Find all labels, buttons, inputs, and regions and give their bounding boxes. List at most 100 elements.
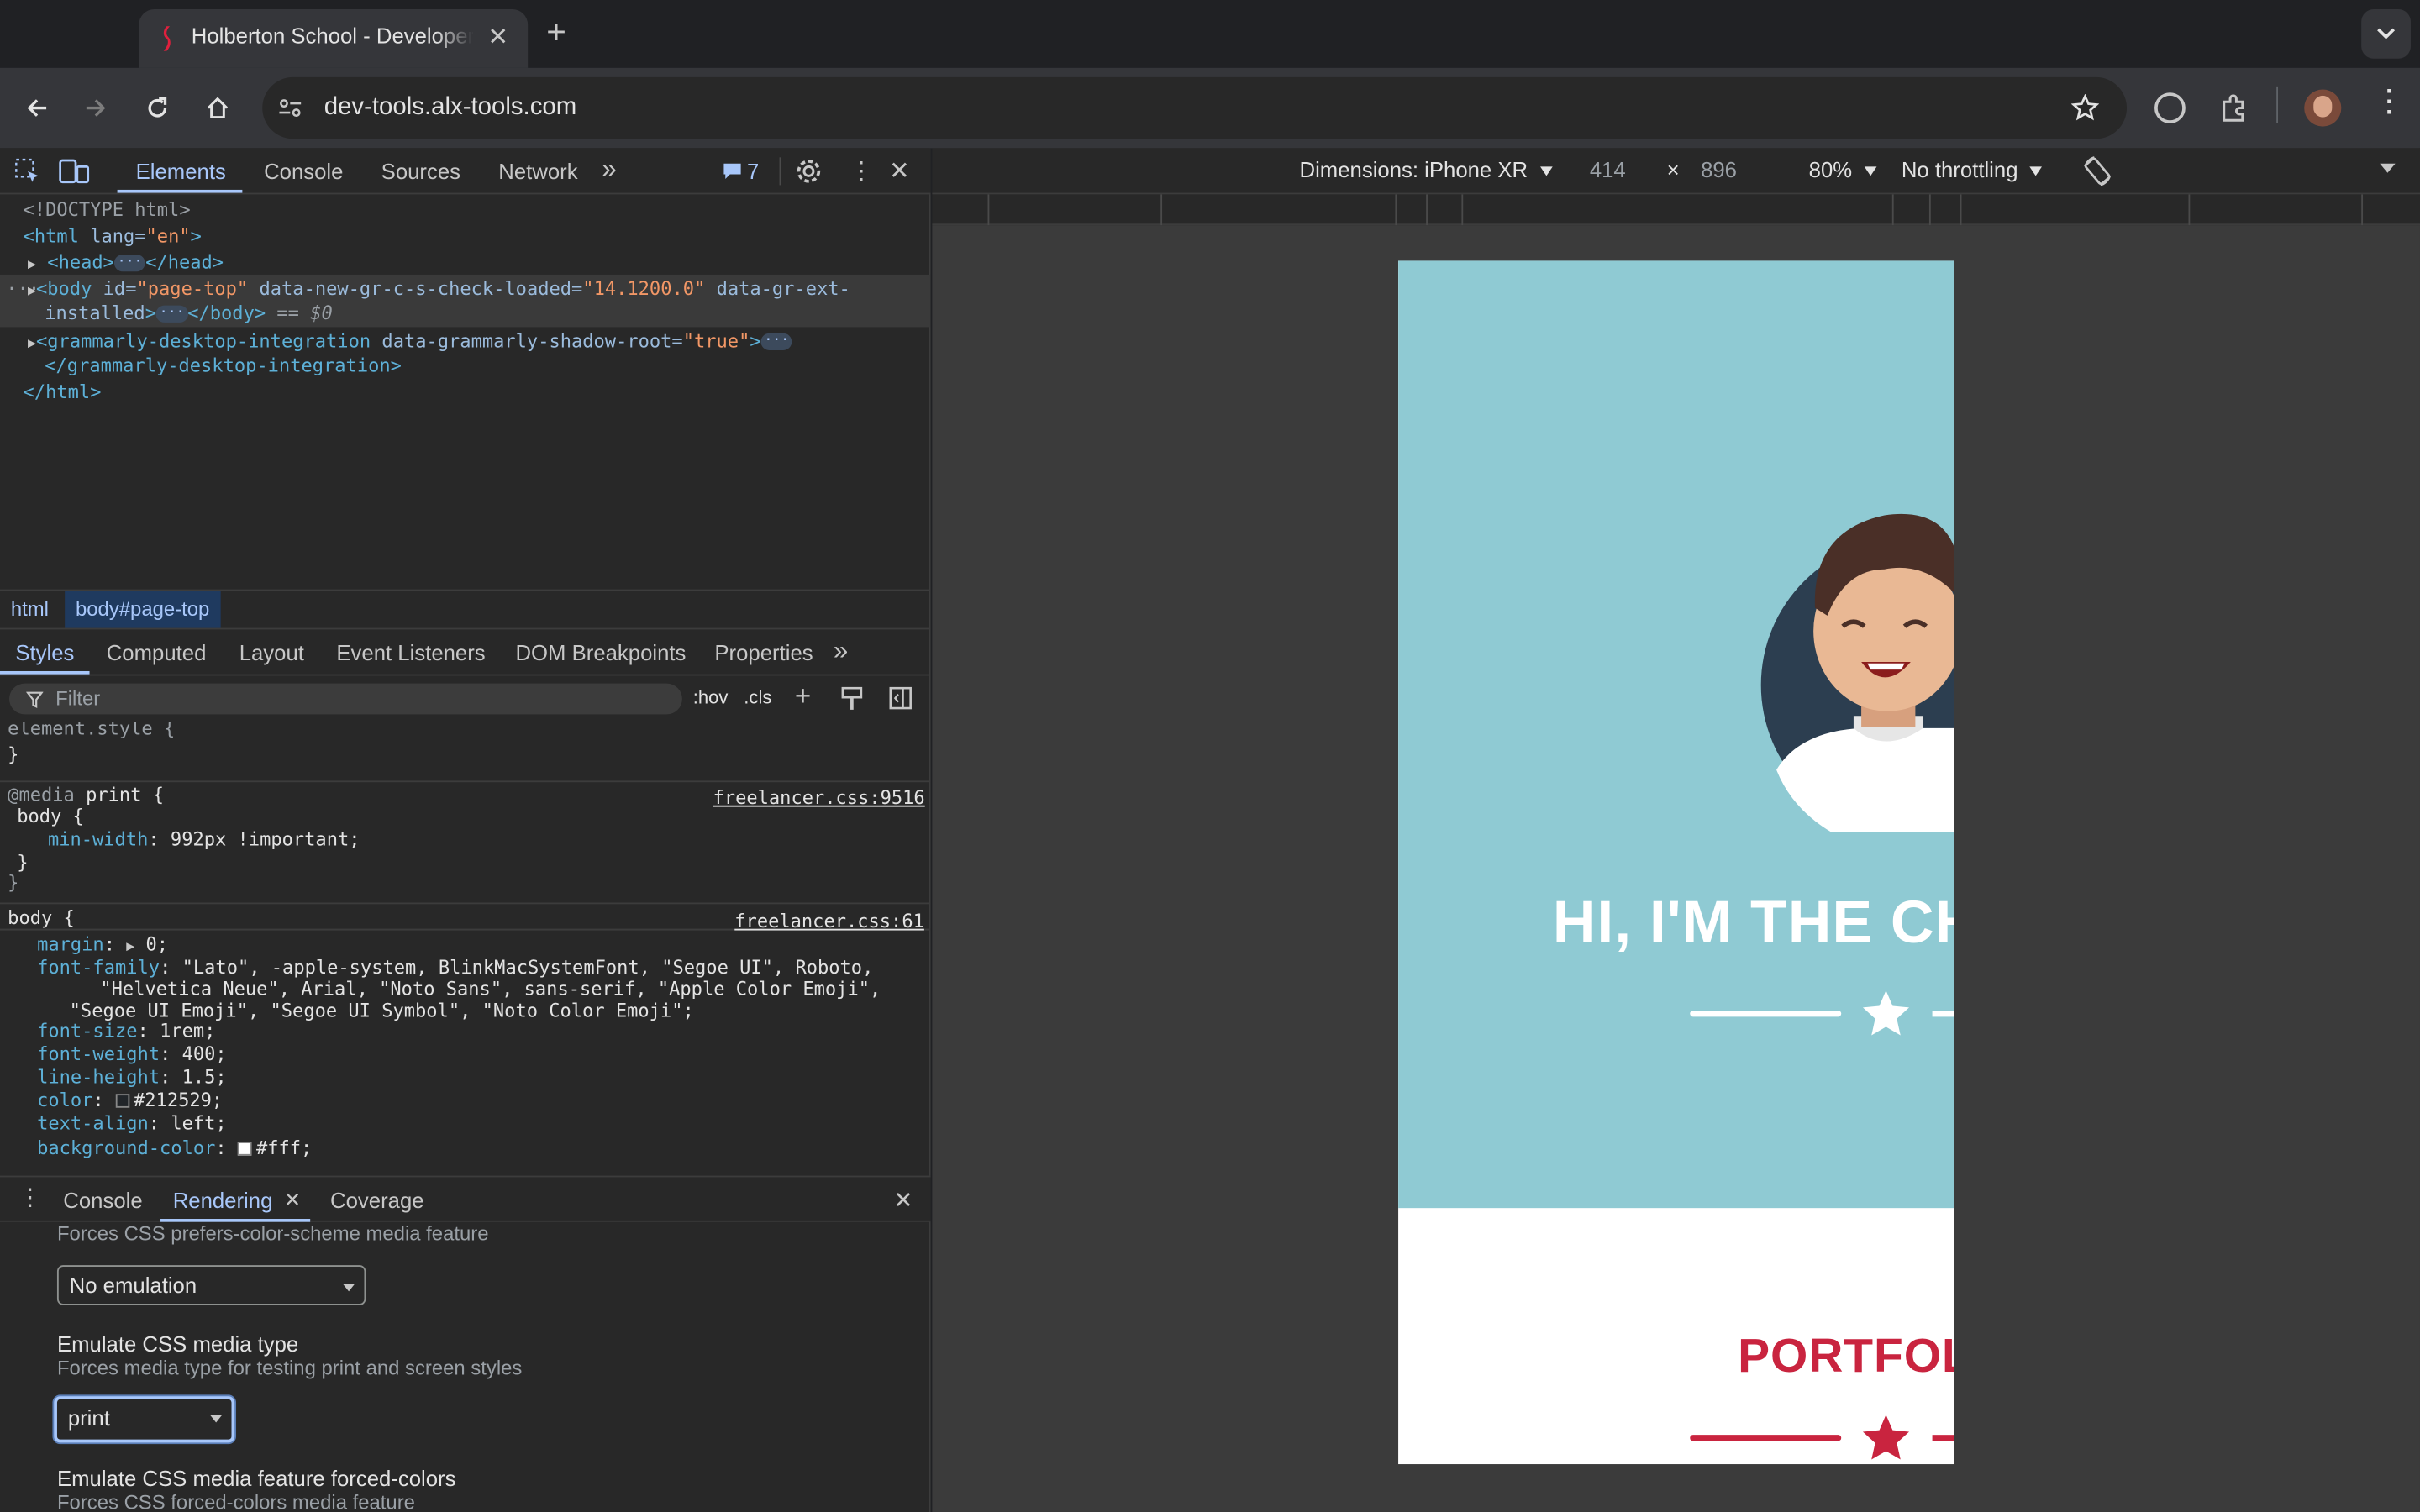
grammarly-extension-icon[interactable] xyxy=(2154,92,2186,123)
media-body-selector[interactable]: body { xyxy=(17,806,84,827)
media-min-width-decl[interactable]: min-width: 992px !important; xyxy=(48,828,360,850)
bookmark-star-icon[interactable] xyxy=(2070,94,2099,122)
background-color-decl[interactable]: background-color: #fff; xyxy=(37,1137,312,1159)
tab-sources[interactable]: Sources xyxy=(381,159,460,183)
tab-styles[interactable]: Styles xyxy=(15,640,74,664)
new-style-rule-icon[interactable]: + xyxy=(795,680,811,713)
media-type-title: Emulate CSS media type xyxy=(56,1331,299,1357)
more-tabs-icon[interactable]: » xyxy=(602,155,616,186)
tab-close-icon[interactable]: ✕ xyxy=(487,22,508,53)
drawer-menu-icon[interactable]: ⋮ xyxy=(18,1184,42,1211)
body-rule-selector[interactable]: body { xyxy=(8,907,75,929)
viewport-width-input[interactable]: 414 xyxy=(1590,157,1626,181)
rotate-device-icon[interactable] xyxy=(2081,155,2114,188)
tab-network[interactable]: Network xyxy=(498,159,577,183)
browser-menu-icon[interactable]: ⋮ xyxy=(2374,87,2405,118)
close-rendering-tab-icon[interactable]: ✕ xyxy=(284,1188,301,1212)
dimension-separator-icon: × xyxy=(1666,157,1680,182)
settings-gear-icon[interactable] xyxy=(795,157,823,185)
text-align-decl[interactable]: text-align: left; xyxy=(37,1112,227,1134)
breadcrumb-html[interactable]: html xyxy=(11,597,49,621)
breadcrumb-body[interactable]: body#page-top xyxy=(65,591,221,628)
caret-down-icon xyxy=(2029,166,2043,176)
home-button[interactable] xyxy=(196,87,239,129)
filter-placeholder: Filter xyxy=(55,686,101,710)
tab-computed[interactable]: Computed xyxy=(107,640,207,664)
issues-count[interactable]: 7 xyxy=(747,159,759,183)
prefers-color-scheme-select[interactable]: No emulation xyxy=(56,1265,366,1305)
browser-tab[interactable]: Holberton School - Developer ✕ xyxy=(139,9,529,68)
font-size-value: 1rem; xyxy=(160,1020,216,1042)
expand-triangle-icon[interactable]: ▶ xyxy=(28,258,36,273)
inspect-element-icon[interactable] xyxy=(14,157,42,185)
forward-button[interactable] xyxy=(74,87,117,129)
color-decl[interactable]: color: #212529; xyxy=(37,1089,223,1111)
expand-triangle-icon[interactable]: ▶ xyxy=(126,940,134,955)
address-bar[interactable]: dev-tools.alx-tools.com xyxy=(262,76,2128,139)
media-type-select[interactable]: print xyxy=(54,1396,235,1443)
tab-layout[interactable]: Layout xyxy=(239,640,304,664)
media-rule-header[interactable]: @media print { xyxy=(8,784,164,806)
font-weight-decl[interactable]: font-weight: 400; xyxy=(37,1043,227,1065)
close-drawer-icon[interactable]: ✕ xyxy=(893,1186,913,1214)
tab-console[interactable]: Console xyxy=(264,159,343,183)
collapsed-ellipsis[interactable]: ··· xyxy=(760,333,792,350)
background-swatch[interactable] xyxy=(237,1142,252,1156)
more-subtabs-icon[interactable]: » xyxy=(834,636,848,667)
reload-button[interactable] xyxy=(136,87,179,129)
profile-avatar[interactable] xyxy=(2304,89,2342,127)
media-rule-source-link[interactable]: freelancer.css:9516 xyxy=(713,787,925,809)
tab-properties[interactable]: Properties xyxy=(714,640,813,664)
tab-search-button[interactable] xyxy=(2361,9,2411,59)
device-toolbar-more-icon[interactable] xyxy=(2380,163,2396,173)
collapsed-ellipsis[interactable]: ··· xyxy=(113,255,146,272)
grammarly-close-line[interactable]: </grammarly-desktop-integration> xyxy=(45,354,402,380)
drawer-tab-rendering[interactable]: Rendering xyxy=(173,1188,273,1212)
divider-line-left xyxy=(1690,1011,1842,1017)
devtools-menu-icon[interactable]: ⋮ xyxy=(849,156,873,187)
body-id-val: "page-top" xyxy=(136,277,249,300)
margin-prop: margin xyxy=(37,933,104,955)
styles-filter-input[interactable]: Filter xyxy=(9,683,682,715)
body-line-cont[interactable]: installed> ··· </body> == $0 xyxy=(45,301,332,327)
media-type: print { xyxy=(86,784,165,806)
tab-dom-breakpoints[interactable]: DOM Breakpoints xyxy=(515,640,686,664)
hov-toggle[interactable]: :hov xyxy=(693,686,729,708)
color-swatch[interactable] xyxy=(114,1094,129,1108)
device-dimensions-select[interactable]: Dimensions: iPhone XR xyxy=(1300,157,1553,182)
styles-filter-bar: Filter :hov .cls + xyxy=(0,675,931,722)
collapsed-ellipsis[interactable]: ··· xyxy=(155,305,188,323)
font-size-decl[interactable]: font-size: 1rem; xyxy=(37,1020,215,1042)
tab-event-listeners[interactable]: Event Listeners xyxy=(336,640,485,664)
grammarly-attr: data-grammarly-shadow-root= xyxy=(381,330,683,352)
device-preview[interactable]: HI, I'M THE CHATBOT PORTFOLIO xyxy=(1398,260,1954,1465)
toggle-sidebar-icon[interactable] xyxy=(889,686,913,710)
body-rule-source-link[interactable]: freelancer.css:61 xyxy=(734,911,924,932)
cls-toggle[interactable]: .cls xyxy=(744,686,771,708)
paint-brush-icon[interactable] xyxy=(841,686,863,711)
drawer-tab-console[interactable]: Console xyxy=(63,1188,142,1212)
element-style-rule[interactable]: element.style { xyxy=(8,722,175,739)
drawer-tab-coverage[interactable]: Coverage xyxy=(330,1188,424,1212)
forced-colors-title: Emulate CSS media feature forced-colors xyxy=(56,1465,456,1491)
html-close-line[interactable]: </html> xyxy=(24,380,102,406)
issues-icon[interactable] xyxy=(723,162,743,181)
tab-elements[interactable]: Elements xyxy=(136,159,226,183)
device-toolbar-icon[interactable] xyxy=(59,157,90,185)
line-height-decl[interactable]: line-height: 1.5; xyxy=(37,1066,227,1088)
body-attr2: data-new-gr-c-s-check-loaded= xyxy=(259,277,583,300)
color-prop: color xyxy=(37,1089,93,1111)
site-info-icon[interactable] xyxy=(278,96,302,120)
close-devtools-icon[interactable]: ✕ xyxy=(889,156,910,187)
extensions-puzzle-icon[interactable] xyxy=(2217,92,2249,123)
viewport-height-input[interactable]: 896 xyxy=(1701,157,1737,181)
new-tab-icon[interactable]: + xyxy=(546,13,566,51)
html-open-line[interactable]: <html lang="en"> xyxy=(24,223,202,249)
styles-subtabs: Styles Computed Layout Event Listeners D… xyxy=(0,629,931,676)
zoom-select[interactable]: 80% xyxy=(1809,157,1877,182)
margin-decl[interactable]: margin: ▶ 0; xyxy=(37,933,168,955)
font-family-decl[interactable]: font-family: "Lato", -apple-system, Blin… xyxy=(37,957,873,979)
element-style-selector: element.style { xyxy=(8,722,176,739)
throttling-select[interactable]: No throttling xyxy=(1902,157,2043,182)
back-button[interactable] xyxy=(15,87,58,129)
